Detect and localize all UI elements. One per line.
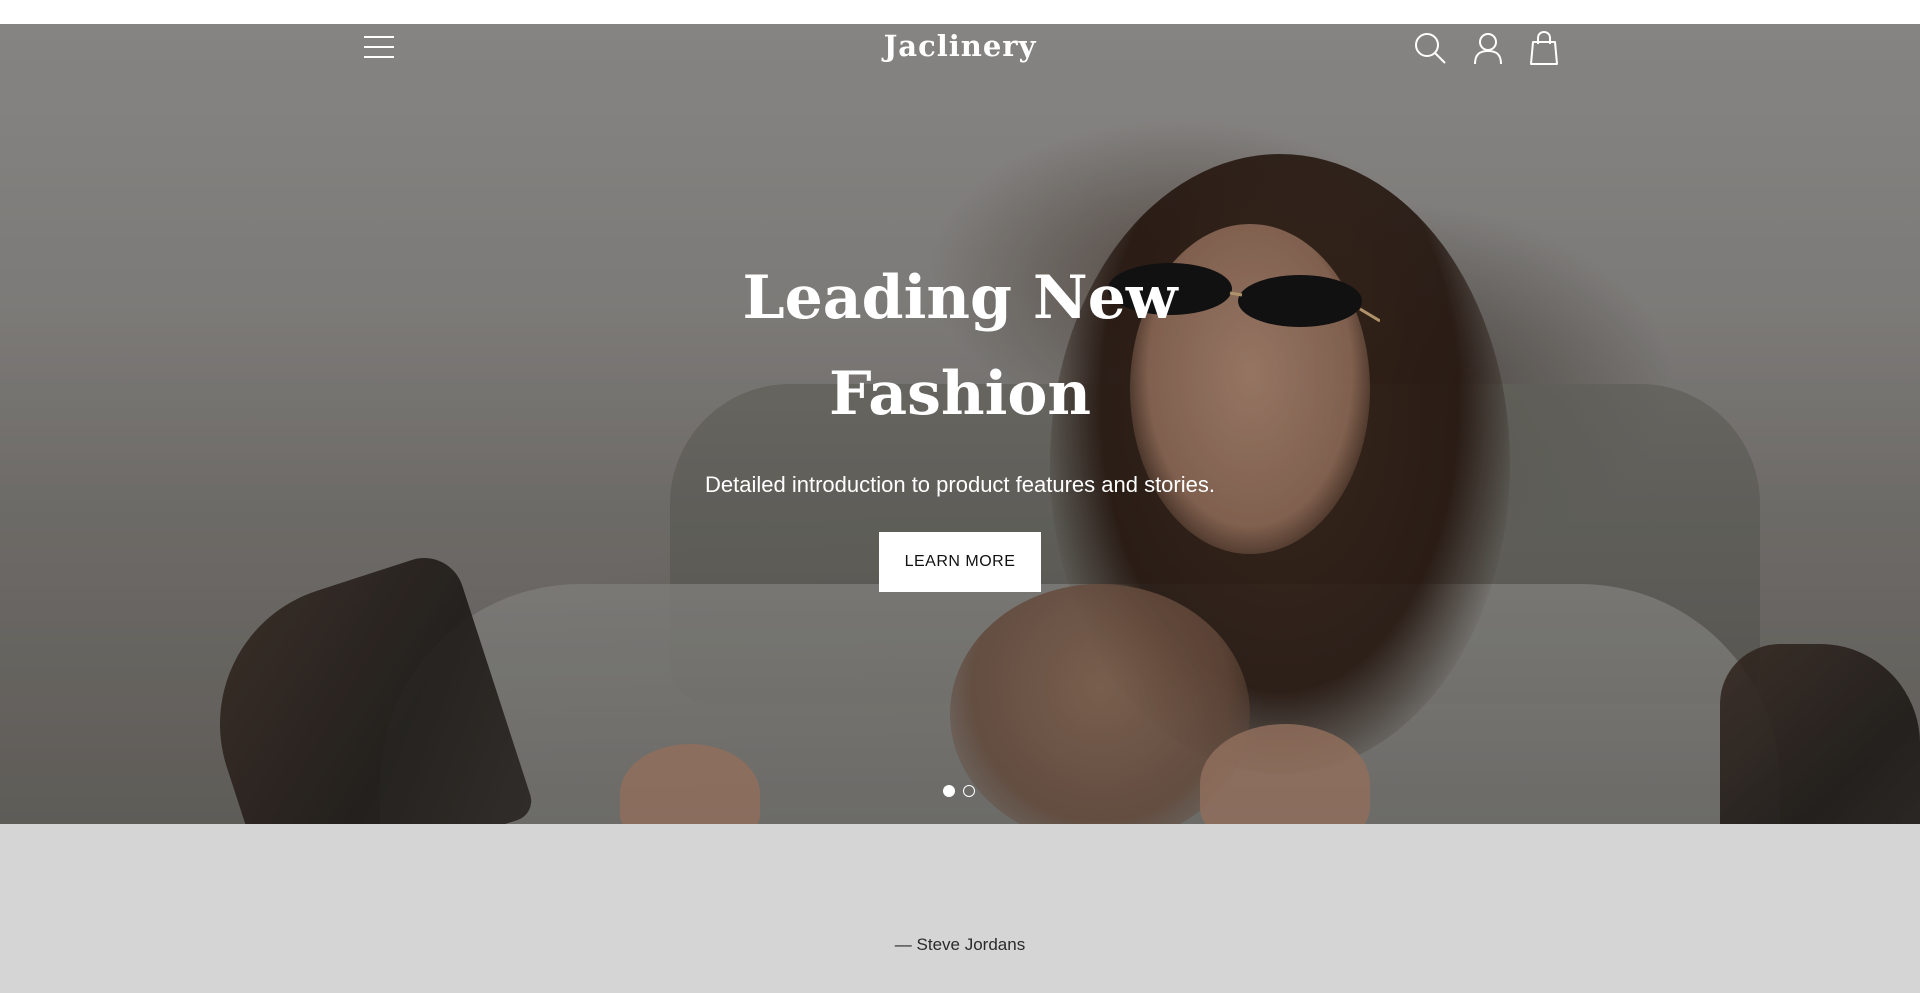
brand-logo[interactable]: Jaclinery: [860, 26, 1060, 66]
carousel-dot-2[interactable]: [963, 785, 975, 797]
hero-subtitle: Detailed introduction to product feature…: [705, 472, 1215, 497]
search-icon[interactable]: [1412, 30, 1448, 66]
page: Jaclinery Leading New Fashion Detailed i…: [0, 0, 1920, 993]
hero-title-line-1: Leading New: [742, 263, 1178, 333]
hamburger-menu-icon[interactable]: [362, 34, 396, 60]
hero-title-line-2: Fashion: [828, 359, 1092, 429]
site-header: Jaclinery: [0, 24, 1920, 70]
top-strip: [0, 0, 1920, 24]
user-icon[interactable]: [1470, 30, 1506, 66]
carousel-dot-1[interactable]: [943, 785, 955, 797]
testimonial-section: — Steve Jordans: [0, 824, 1920, 993]
hero-title: Leading New Fashion: [560, 250, 1360, 442]
learn-more-button[interactable]: LEARN MORE: [879, 532, 1041, 592]
shopping-bag-icon[interactable]: [1526, 30, 1562, 66]
testimonial-attribution: — Steve Jordans: [894, 935, 1026, 954]
